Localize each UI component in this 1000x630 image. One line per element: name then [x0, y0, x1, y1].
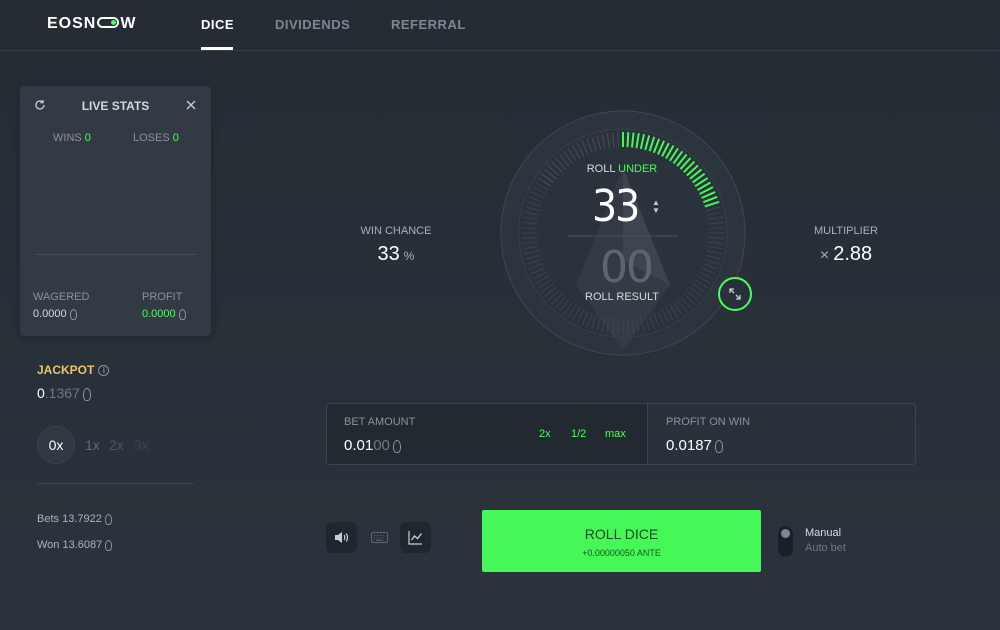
- speaker-icon: [335, 532, 349, 543]
- manual-mode-label[interactable]: Manual: [805, 527, 841, 539]
- dice-gauge: [500, 110, 746, 356]
- win-chance-value: 33%: [377, 243, 415, 265]
- eos-icon: [82, 387, 91, 401]
- toggle-knob: [781, 529, 790, 538]
- eos-icon: [105, 539, 113, 551]
- multiplier-label: MULTIPLIER: [814, 225, 878, 237]
- bet-amount-input[interactable]: 0.0100: [344, 437, 401, 454]
- chart-button[interactable]: [400, 522, 431, 553]
- live-stats-title: LIVE STATS: [81, 99, 150, 113]
- loses-stat: LOSES 0: [133, 132, 179, 144]
- roll-result-label: ROLL RESULT: [585, 291, 659, 303]
- bet-double-button[interactable]: 2x: [539, 428, 551, 440]
- bet-half-button[interactable]: 1/2: [571, 428, 586, 440]
- wagered-label: WAGERED: [33, 291, 90, 303]
- jackpot-label: JACKPOT i: [37, 363, 110, 377]
- eos-icon: [69, 308, 77, 320]
- tab-referral[interactable]: REFERRAL: [391, 17, 466, 32]
- keyboard-button[interactable]: [364, 522, 395, 553]
- roll-ante-label: +0.00000050 ANTE: [582, 548, 661, 558]
- gauge-tick-active: [626, 132, 630, 148]
- eos-icon: [714, 439, 723, 453]
- roll-dice-label: ROLL DICE: [584, 526, 659, 542]
- jackpot-multiplier-2x[interactable]: 2x: [109, 437, 124, 453]
- gauge-drag-handle[interactable]: [718, 277, 752, 311]
- bet-amount-label: BET AMOUNT: [344, 416, 416, 428]
- eos-icon: [178, 308, 186, 320]
- profit-label: PROFIT: [142, 291, 183, 303]
- total-won: Won 13.6087: [37, 539, 113, 551]
- wagered-value: 0.0000: [33, 308, 77, 320]
- line-chart-icon: [408, 531, 423, 545]
- jackpot-value: 0.1367: [37, 385, 91, 401]
- roll-target-value[interactable]: 33: [592, 181, 640, 232]
- tab-dice[interactable]: DICE: [201, 17, 234, 32]
- top-navbar: [0, 0, 1000, 51]
- jackpot-multiplier-0x[interactable]: 0x: [38, 427, 74, 463]
- bet-max-button[interactable]: max: [605, 428, 626, 440]
- auto-bet-label[interactable]: Auto bet: [805, 542, 846, 554]
- keyboard-icon: [371, 532, 388, 543]
- active-tab-indicator: [201, 47, 233, 50]
- logo-toggle-glyph: [97, 17, 120, 29]
- wins-stat: WINS 0: [53, 132, 91, 144]
- chevron-down-icon[interactable]: ▼: [652, 207, 660, 215]
- roll-under-label: ROLL UNDER: [586, 163, 658, 175]
- sound-button[interactable]: [326, 522, 357, 553]
- win-chance-label: WIN CHANCE: [360, 225, 432, 237]
- roll-target-stepper[interactable]: ▲ ▼: [652, 199, 660, 215]
- close-icon[interactable]: [186, 100, 196, 110]
- live-stats-panel: LIVE STATS WINS 0 LOSES 0 WAGERED 0.0000…: [20, 86, 211, 336]
- bet-panel-divider: [647, 404, 648, 464]
- jackpot-multiplier-1x[interactable]: 1x: [85, 437, 100, 453]
- eos-icon: [392, 439, 401, 453]
- total-bets: Bets 13.7922: [37, 513, 112, 525]
- info-icon[interactable]: i: [98, 365, 110, 377]
- stats-divider: [34, 254, 197, 255]
- profit-value: 0.0000: [142, 308, 186, 320]
- jackpot-divider: [37, 483, 194, 484]
- eos-icon: [104, 513, 112, 525]
- jackpot-multiplier-3x[interactable]: 3x: [134, 437, 149, 453]
- profit-on-win-label: PROFIT ON WIN: [666, 416, 751, 428]
- bet-amount-field[interactable]: [327, 404, 647, 464]
- eosnow-logo[interactable]: EOSN W: [47, 15, 136, 33]
- roll-result-value: 00: [600, 242, 654, 293]
- multiplier-value: × 2.88: [819, 243, 873, 265]
- expand-arrows-icon: [729, 288, 741, 300]
- profit-on-win-value: 0.0187: [666, 437, 723, 454]
- tab-dividends[interactable]: DIVIDENDS: [275, 17, 350, 32]
